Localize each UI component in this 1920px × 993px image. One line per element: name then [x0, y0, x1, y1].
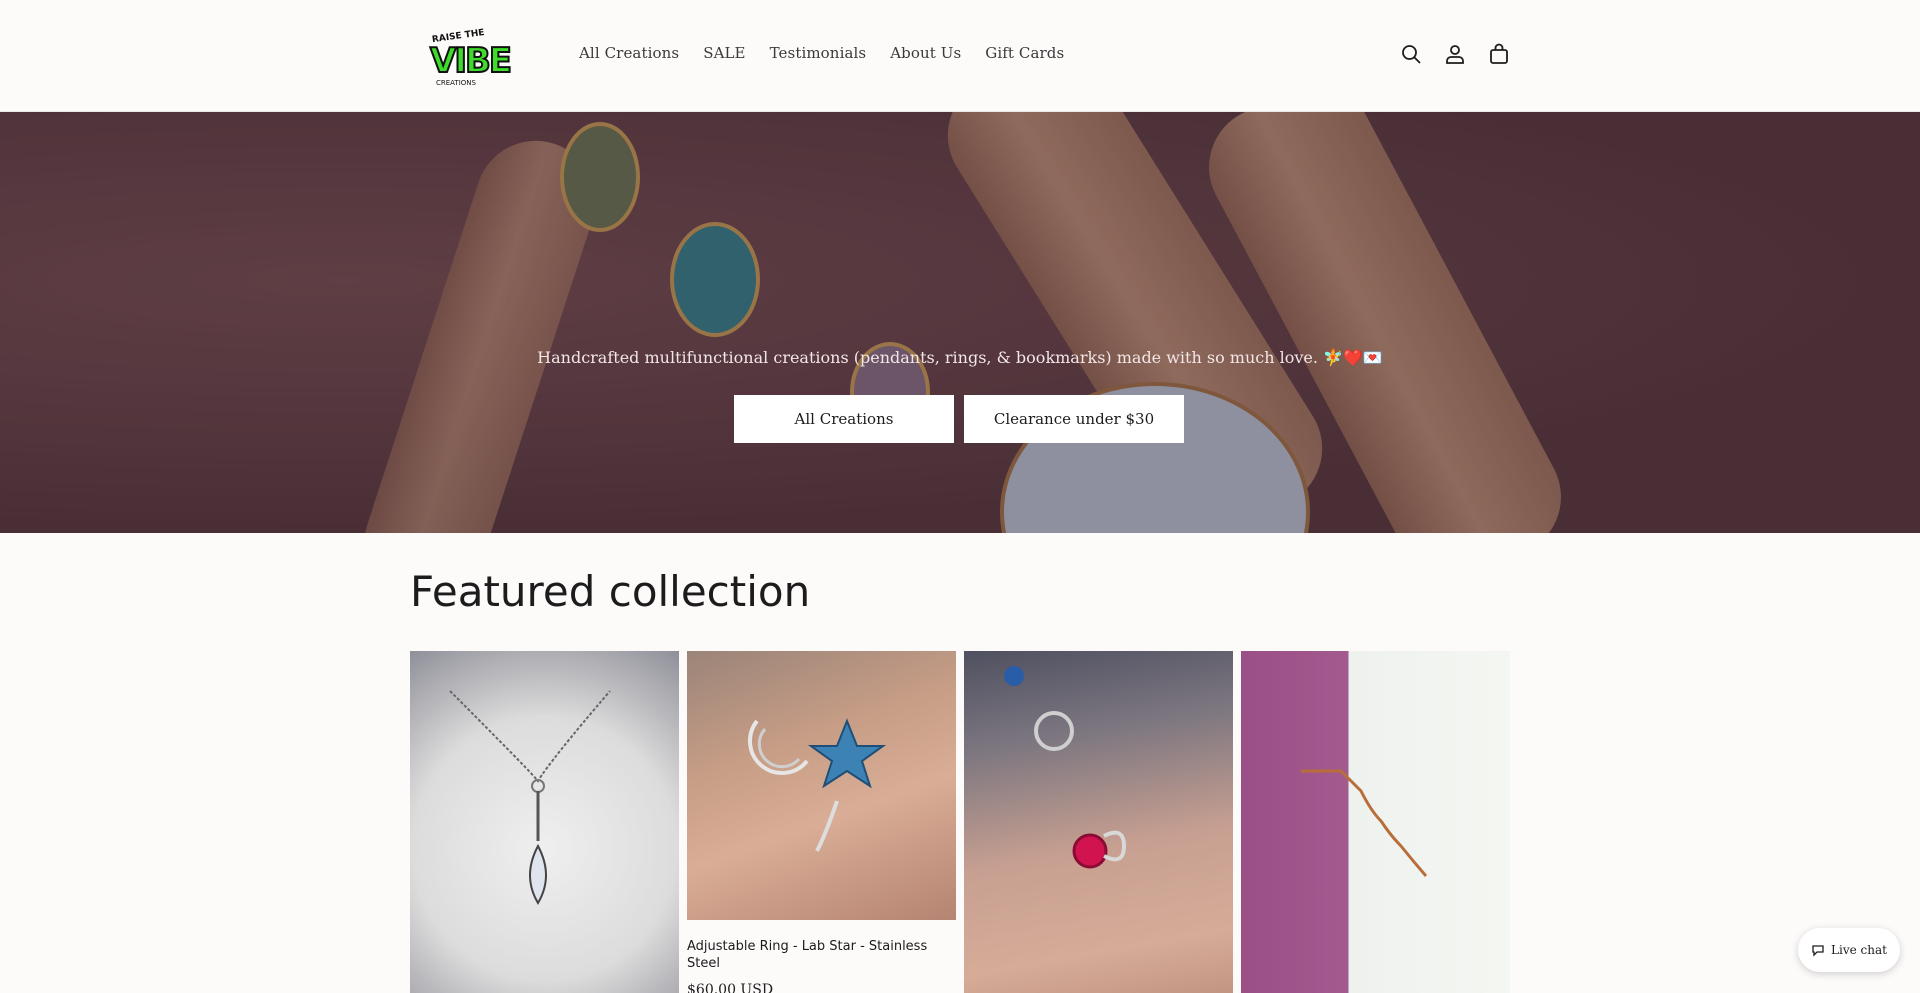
live-chat-label: Live chat [1831, 943, 1887, 957]
live-chat-button[interactable]: Live chat [1798, 928, 1900, 972]
necklace-illustration [449, 690, 611, 905]
nav-sale[interactable]: SALE [703, 44, 745, 62]
product-card[interactable] [964, 651, 1233, 993]
store-logo[interactable]: RAISE THE VIBE CREATIONS [428, 28, 524, 88]
svg-text:VIBE: VIBE [430, 41, 510, 81]
account-icon[interactable] [1443, 42, 1467, 66]
product-image[interactable] [964, 651, 1233, 993]
hero-buttons: All Creations Clearance under $30 [734, 395, 1184, 443]
hero-tagline: Handcrafted multifunctional creations (p… [537, 348, 1383, 367]
cart-icon[interactable] [1487, 42, 1511, 66]
product-price: $60.00 USD [687, 982, 774, 993]
featured-collection-title: Featured collection [410, 567, 811, 616]
product-name[interactable]: Adjustable Ring - Lab Star - Stainless S… [687, 938, 956, 972]
ring-illustration [748, 718, 887, 852]
chat-icon [1812, 945, 1824, 957]
all-creations-button[interactable]: All Creations [734, 395, 954, 443]
product-image[interactable] [687, 651, 956, 920]
svg-text:CREATIONS: CREATIONS [436, 79, 477, 87]
product-image[interactable] [410, 651, 679, 993]
header-icons [1399, 42, 1511, 66]
main-nav: All Creations SALE Testimonials About Us… [579, 44, 1088, 62]
search-icon[interactable] [1399, 42, 1423, 66]
nav-about-us[interactable]: About Us [890, 44, 961, 62]
product-card[interactable] [410, 651, 679, 993]
product-card[interactable] [1241, 651, 1510, 993]
product-grid: Adjustable Ring - Lab Star - Stainless S… [410, 651, 1510, 993]
clearance-button[interactable]: Clearance under $30 [964, 395, 1184, 443]
product-image[interactable] [1241, 651, 1510, 993]
rings-illustration [1004, 666, 1127, 869]
hero-banner: Handcrafted multifunctional creations (p… [0, 112, 1920, 533]
nav-testimonials[interactable]: Testimonials [770, 44, 867, 62]
hero-overlay [0, 112, 1920, 533]
site-header: RAISE THE VIBE CREATIONS All Creations S… [0, 0, 1920, 112]
nav-gift-cards[interactable]: Gift Cards [985, 44, 1064, 62]
product-card[interactable]: Adjustable Ring - Lab Star - Stainless S… [687, 651, 956, 993]
nav-all-creations[interactable]: All Creations [579, 44, 679, 62]
bookmark-illustration [1301, 769, 1428, 877]
